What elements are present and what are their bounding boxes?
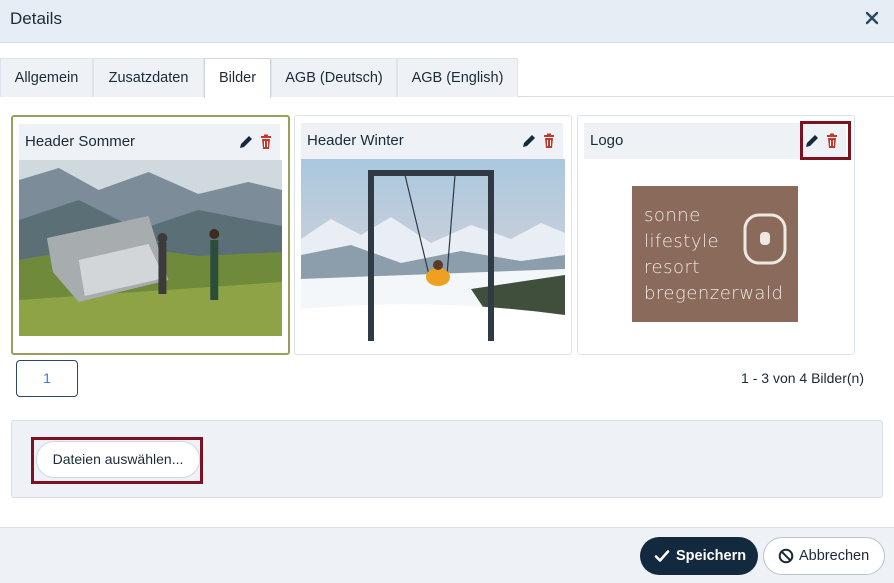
tab-allgemein[interactable]: Allgemein [0,58,93,97]
page-button[interactable]: 1 [16,360,78,397]
checkmark-icon [654,550,670,562]
trash-icon[interactable] [258,134,274,150]
logo-line: bregenzerwald [644,283,784,304]
dialog-footer [0,527,894,583]
logo-mark-icon [743,213,787,265]
tab-bilder[interactable]: Bilder [204,58,271,98]
pager-info: 1 - 3 von 4 Bilder(n) [741,370,864,386]
highlight-box-logo-actions [800,121,851,160]
close-icon[interactable] [864,10,880,26]
tab-agb-english[interactable]: AGB (English) [397,58,518,97]
image-card-header-winter[interactable]: Header Winter [294,115,572,355]
image-title: Header Sommer [25,133,136,150]
tab-agb-deutsch[interactable]: AGB (Deutsch) [271,58,397,97]
image-card-header-sommer[interactable]: Header Sommer [11,115,290,355]
logo-image: sonne lifestyle resort bregenzerwald [632,186,798,322]
image-card-header: Header Winter [301,123,563,159]
save-button[interactable]: Speichern [640,537,758,575]
image-card-header: Header Sommer [19,124,280,160]
image-preview-summer [19,160,282,336]
tab-zusatzdaten[interactable]: Zusatzdaten [93,58,204,97]
image-preview-winter [301,159,565,341]
highlight-box-upload [31,437,203,484]
cancel-button[interactable]: Abbrechen [763,537,885,575]
cancel-label: Abbrechen [799,548,870,564]
save-label: Speichern [676,548,747,564]
image-title: Logo [590,132,624,149]
pencil-icon[interactable] [238,134,254,150]
tab-bar: Allgemein Zusatzdaten Bilder AGB (Deutsc… [0,58,894,98]
pencil-icon[interactable] [521,133,537,149]
dialog-titlebar: Details [0,0,894,43]
dialog-title: Details [10,9,62,28]
trash-icon[interactable] [541,133,557,149]
ban-icon [778,548,794,564]
image-title: Header Winter [307,132,404,149]
